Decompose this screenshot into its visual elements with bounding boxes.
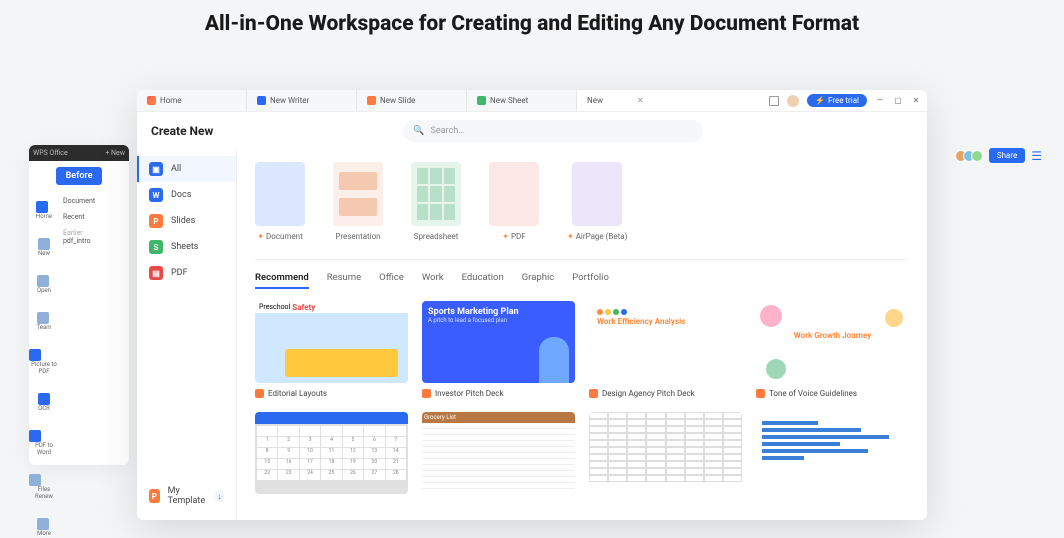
ppt-icon: P (149, 214, 163, 228)
sidebar-item-all[interactable]: ▣All (137, 156, 236, 182)
template-thumb (756, 412, 909, 494)
template-thumb (589, 412, 742, 494)
template-thumb: Grocery List (422, 412, 575, 494)
before-badge: Before (56, 167, 102, 185)
xls-icon: S (149, 240, 163, 254)
pdf-icon: ▤ (149, 266, 163, 280)
titlebar: HomeNew WriterNew SlideNew SheetNew✕ ⚡ F… (137, 90, 927, 112)
category-portfolio[interactable]: Portfolio (572, 272, 609, 289)
template-card[interactable]: Preschool SafetyEditorial Layouts (255, 301, 408, 398)
sidebar-item-pdf[interactable]: ▤PDF (137, 260, 236, 286)
tab-new-slide[interactable]: New Slide (357, 90, 467, 111)
type-document[interactable]: ✦Document (255, 162, 305, 241)
avatar[interactable] (787, 95, 799, 107)
bg-old-ui: WPS Office+ New Before Home New Open Tea… (29, 145, 129, 465)
type-thumb (411, 162, 461, 226)
close-button[interactable]: ✕ (911, 96, 921, 105)
category-education[interactable]: Education (462, 272, 504, 289)
template-thumb: Work Growth Journey (756, 301, 909, 383)
template-thumb: Work Efficiency Analysis (589, 301, 742, 383)
category-tabs: Recommend Resume Office Work Education Graphi… (255, 260, 909, 301)
category-recommend[interactable]: Recommend (255, 272, 309, 289)
tab-new-sheet[interactable]: New Sheet (467, 90, 577, 111)
create-new-label: Create New (151, 124, 213, 138)
doc-icon: W (149, 188, 163, 202)
ppt-icon (756, 389, 765, 398)
sidebar: ▣AllWDocsPSlidesSSheets▤PDF P My Templat… (137, 150, 237, 520)
right-strip: Share ☰ (959, 148, 1042, 163)
template-card[interactable]: 1234567891011121314151617181920212223242… (255, 412, 408, 494)
ppt-icon (422, 389, 431, 398)
minimize-button[interactable]: — (875, 96, 885, 105)
share-button[interactable]: Share (989, 148, 1025, 163)
template-icon: P (149, 489, 160, 503)
sidebar-item-docs[interactable]: WDocs (137, 182, 236, 208)
app-window: HomeNew WriterNew SlideNew SheetNew✕ ⚡ F… (137, 90, 927, 520)
my-template-button[interactable]: P My Template ↓ (137, 478, 236, 514)
template-card[interactable]: Work Growth JourneyTone of Voice Guideli… (756, 301, 909, 398)
tab-home[interactable]: Home (137, 90, 247, 111)
doc-icon (257, 96, 266, 105)
free-trial-button[interactable]: ⚡ Free trial (807, 94, 867, 107)
type-thumb (572, 162, 622, 226)
category-resume[interactable]: Resume (327, 272, 361, 289)
type-thumb (489, 162, 539, 226)
type-pdf[interactable]: ✦PDF (489, 162, 539, 241)
type-airpage-beta-[interactable]: ✦AirPage (Beta) (567, 162, 627, 241)
template-thumb: Sports Marketing PlanA pitch to lead a f… (422, 301, 575, 383)
sidebar-item-sheets[interactable]: SSheets (137, 234, 236, 260)
type-thumb (333, 162, 383, 226)
template-card[interactable] (756, 412, 909, 494)
tab-new-writer[interactable]: New Writer (247, 90, 357, 111)
sidebar-item-slides[interactable]: PSlides (137, 208, 236, 234)
maximize-button[interactable]: ▢ (893, 96, 903, 105)
category-office[interactable]: Office (379, 272, 404, 289)
template-card[interactable]: Sports Marketing PlanA pitch to lead a f… (422, 301, 575, 398)
template-card[interactable]: Grocery List (422, 412, 575, 494)
close-icon[interactable]: ✕ (637, 96, 644, 105)
type-thumb (255, 162, 305, 226)
template-thumb: Preschool Safety (255, 301, 408, 383)
template-card[interactable] (589, 412, 742, 494)
category-work[interactable]: Work (422, 272, 444, 289)
templates-grid: Preschool SafetyEditorial LayoutsSports … (255, 301, 909, 494)
ppt-icon (367, 96, 376, 105)
category-graphic[interactable]: Graphic (522, 272, 555, 289)
tab-new[interactable]: New✕ (577, 90, 687, 111)
template-thumb: 1234567891011121314151617181920212223242… (255, 412, 408, 494)
search-icon: 🔍 (413, 126, 424, 136)
menu-icon[interactable]: ☰ (1031, 149, 1042, 163)
search-input[interactable]: 🔍 Search… (403, 120, 703, 142)
avatar-set[interactable] (959, 150, 983, 162)
ppt-icon (255, 389, 264, 398)
ppt-icon (589, 389, 598, 398)
template-card[interactable]: Work Efficiency AnalysisDesign Agency Pi… (589, 301, 742, 398)
type-presentation[interactable]: Presentation (333, 162, 383, 241)
wps-icon (147, 96, 156, 105)
page-title: All-in-One Workspace for Creating and Ed… (0, 0, 1064, 66)
xls-icon (477, 96, 486, 105)
download-icon: ↓ (215, 490, 224, 502)
expand-icon[interactable] (769, 96, 779, 106)
doc-types-row: ✦Document Presentation Spreadsheet ✦PDF ✦Air… (255, 162, 909, 260)
type-spreadsheet[interactable]: Spreadsheet (411, 162, 461, 241)
all-icon: ▣ (149, 162, 163, 176)
